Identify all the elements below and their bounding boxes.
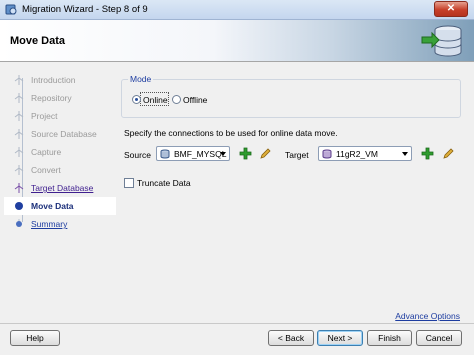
step-done-icon <box>14 111 24 121</box>
step-label: Capture <box>31 147 62 157</box>
close-button[interactable]: ✕ <box>434 1 468 17</box>
step-label: Project <box>31 111 58 121</box>
edit-connection-icon[interactable] <box>259 147 272 160</box>
database-migration-icon <box>421 25 462 57</box>
target-label: Target <box>285 150 309 160</box>
window-title: Migration Wizard - Step 8 of 9 <box>22 4 148 15</box>
step-label: Target Database <box>31 183 94 193</box>
next-button[interactable]: Next > <box>317 330 363 346</box>
finish-button[interactable]: Finish <box>367 330 412 346</box>
page-title: Move Data <box>10 35 66 47</box>
footer-divider <box>0 323 474 324</box>
offline-radio[interactable] <box>172 95 181 104</box>
step-done-icon <box>14 129 24 139</box>
target-connection-select[interactable]: 11gR2_VM <box>318 146 412 161</box>
step-done-icon <box>14 75 24 85</box>
chevron-down-icon <box>402 152 408 156</box>
step-project[interactable]: Project <box>4 107 116 125</box>
step-convert[interactable]: Convert <box>4 161 116 179</box>
step-source-database[interactable]: Source Database <box>4 125 116 143</box>
connection-icon <box>322 149 332 159</box>
step-done-icon <box>14 93 24 103</box>
truncate-data-label[interactable]: Truncate Data <box>137 178 191 188</box>
step-repository[interactable]: Repository <box>4 89 116 107</box>
wizard-steps: Introduction Repository Project Source D… <box>4 68 116 316</box>
source-connection-select[interactable]: BMF_MYSQL <box>156 146 230 161</box>
online-radio-label[interactable]: Online <box>143 95 168 105</box>
step-done-icon <box>14 165 24 175</box>
step-capture[interactable]: Capture <box>4 143 116 161</box>
step-label: Summary <box>31 219 68 229</box>
add-connection-icon[interactable] <box>421 147 434 160</box>
title-bar: Migration Wizard - Step 8 of 9 ✕ <box>0 0 474 20</box>
step-label: Convert <box>31 165 61 175</box>
chevron-down-icon <box>220 152 226 156</box>
mode-group-label: Mode <box>128 74 154 84</box>
target-connection-value: 11gR2_VM <box>336 149 378 159</box>
online-radio[interactable] <box>132 95 141 104</box>
edit-connection-icon[interactable] <box>442 147 455 160</box>
help-button[interactable]: Help <box>10 330 60 346</box>
step-current-icon <box>15 202 23 210</box>
step-visited-icon <box>14 183 24 193</box>
step-label: Introduction <box>31 75 76 85</box>
step-pending-icon <box>16 219 22 227</box>
step-introduction[interactable]: Introduction <box>4 71 116 89</box>
app-icon <box>5 4 17 15</box>
step-label: Repository <box>31 93 72 103</box>
add-connection-icon[interactable] <box>239 147 252 160</box>
step-done-icon <box>14 147 24 157</box>
advance-options-link[interactable]: Advance Options <box>395 311 460 321</box>
truncate-data-checkbox[interactable] <box>124 178 134 188</box>
step-label: Move Data <box>31 201 74 211</box>
back-button[interactable]: < Back <box>268 330 314 346</box>
cancel-button[interactable]: Cancel <box>416 330 462 346</box>
step-summary[interactable]: Summary <box>4 215 116 233</box>
step-target-database[interactable]: Target Database <box>4 179 116 197</box>
step-move-data[interactable]: Move Data <box>4 197 116 215</box>
wizard-header: Move Data <box>0 20 474 62</box>
step-label: Source Database <box>31 129 97 139</box>
source-label: Source <box>124 150 151 160</box>
instructions-text: Specify the connections to be used for o… <box>124 128 338 138</box>
offline-radio-label[interactable]: Offline <box>183 95 207 105</box>
source-connection-value: BMF_MYSQL <box>174 149 227 159</box>
connection-icon <box>160 149 170 159</box>
